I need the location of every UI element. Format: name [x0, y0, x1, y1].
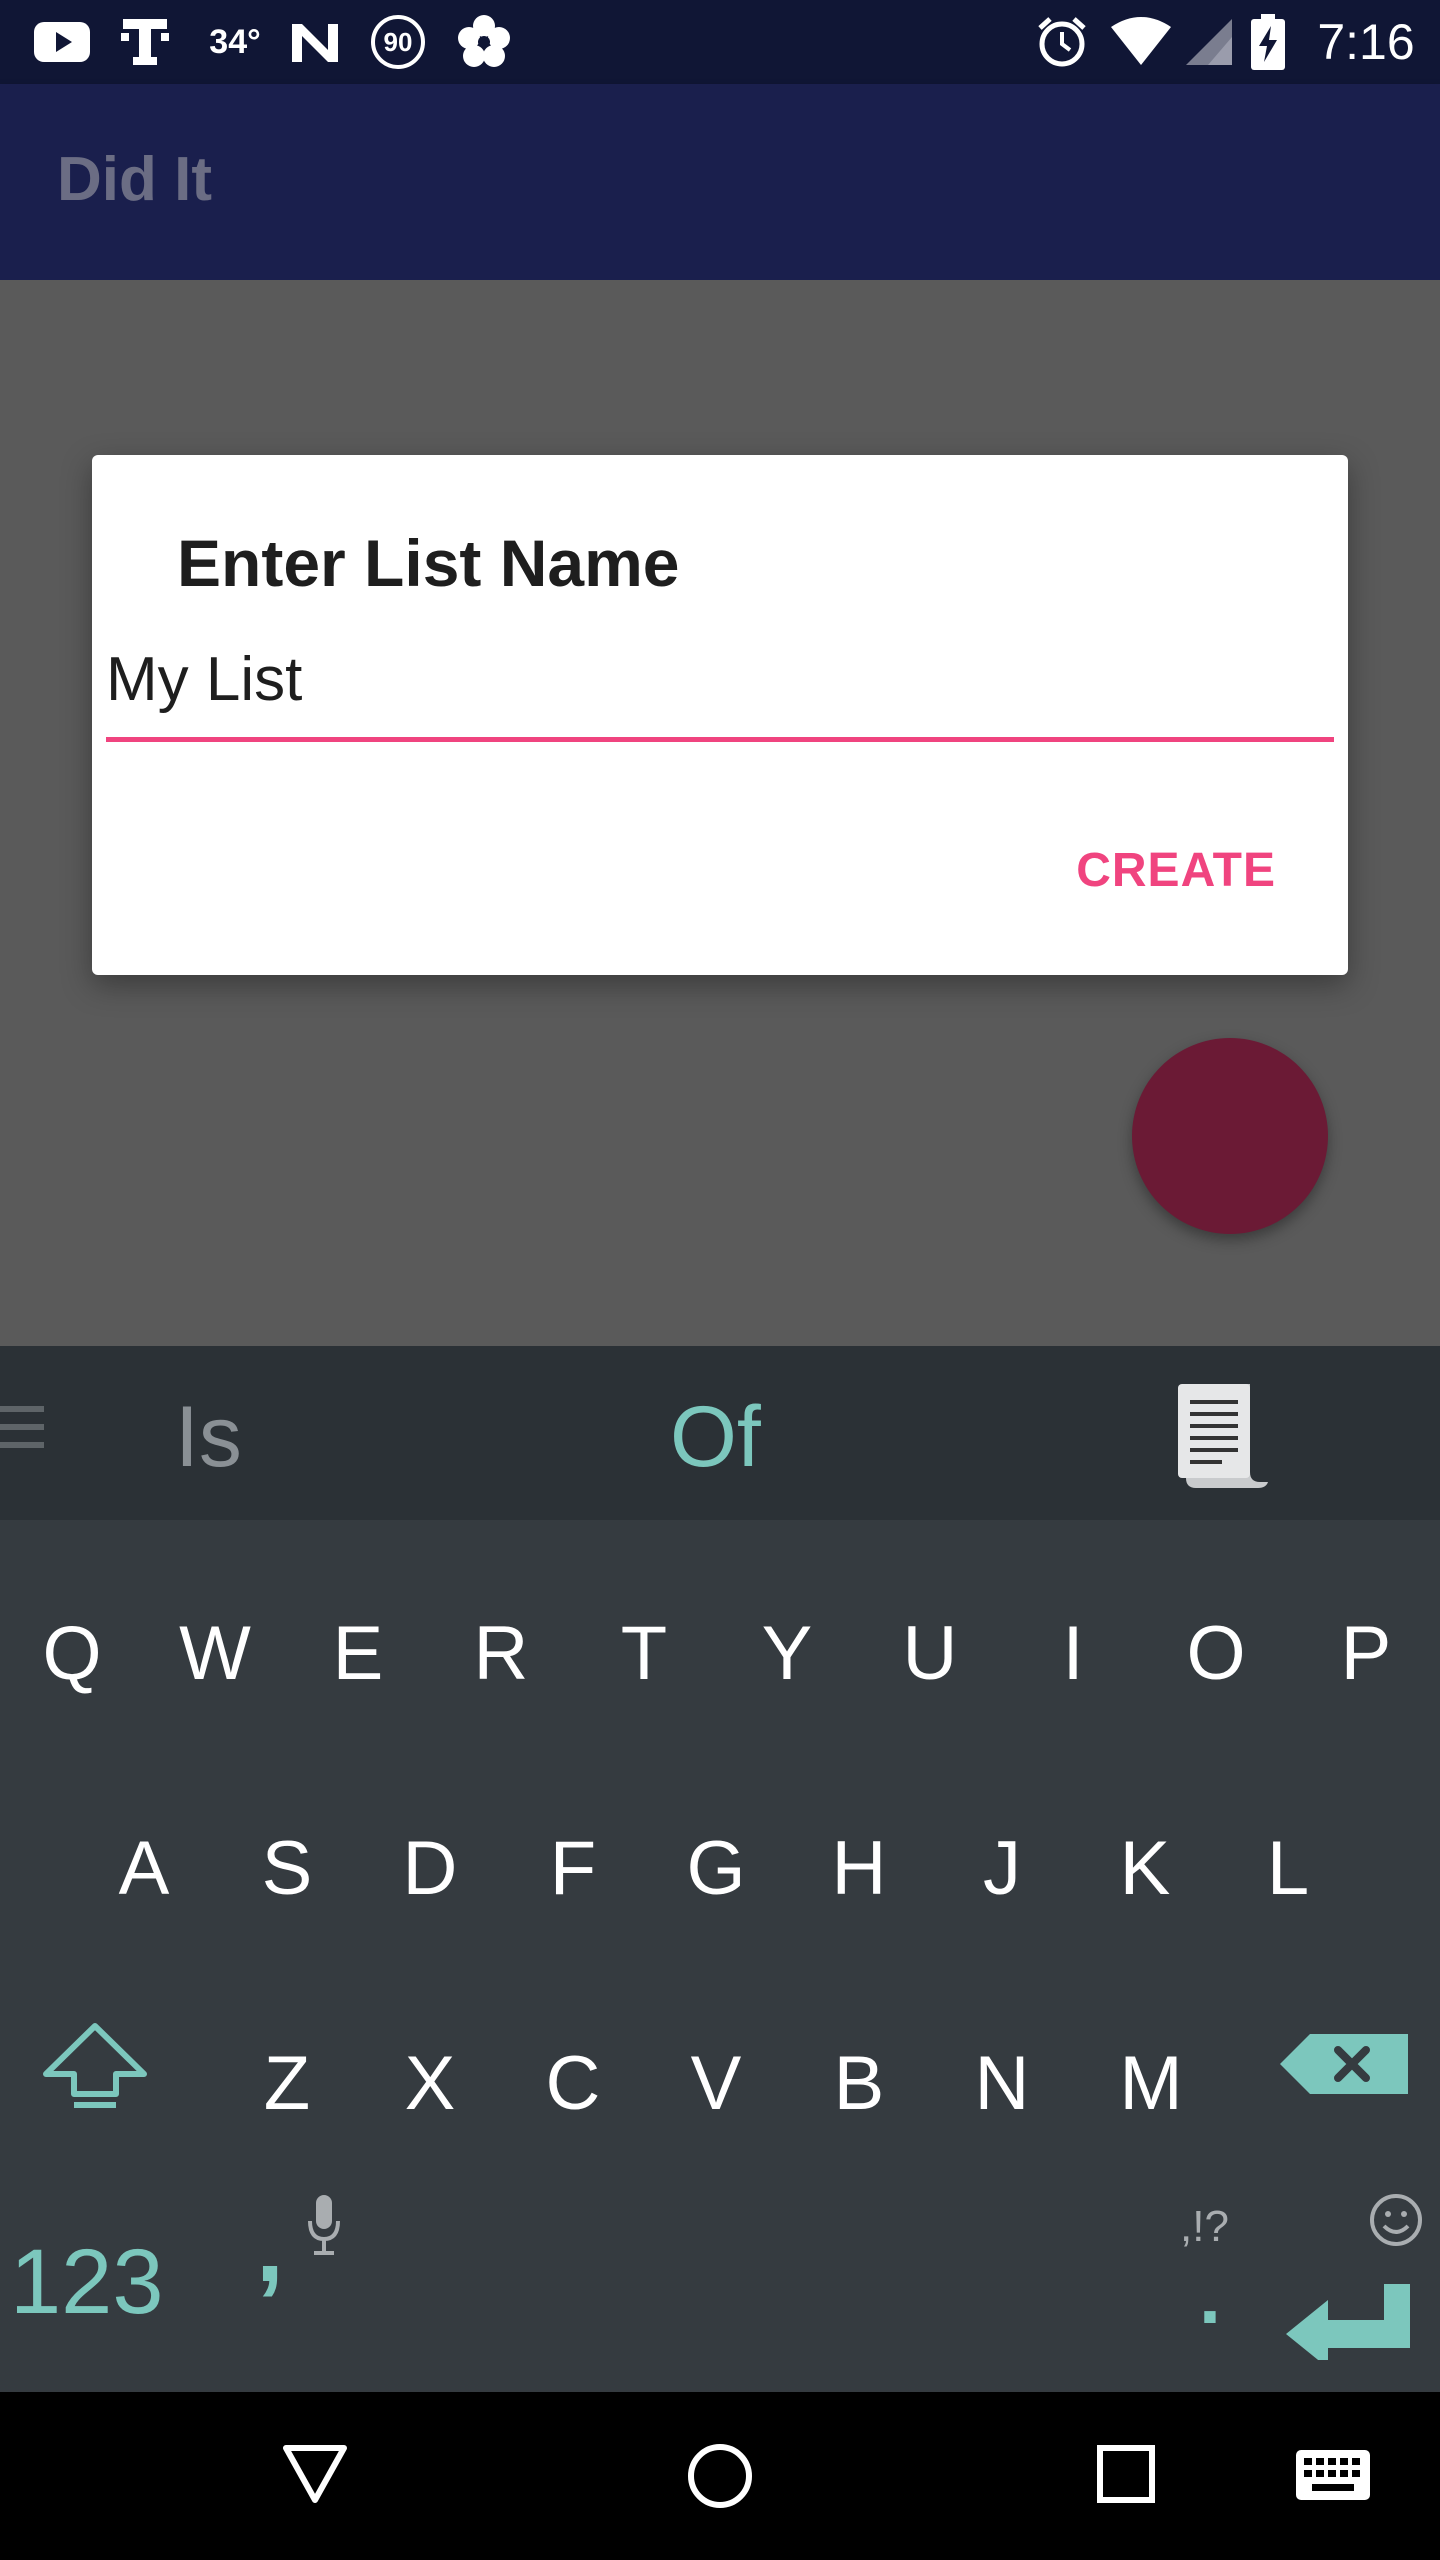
wifi-icon — [1108, 14, 1174, 70]
key-x[interactable]: X — [370, 2040, 490, 2127]
clock-time: 7:16 — [1317, 14, 1415, 70]
key-d[interactable]: D — [370, 1825, 490, 1912]
numbers-key[interactable]: 123 — [10, 2230, 164, 2335]
suggestion-word-2[interactable]: Of — [670, 1388, 761, 1487]
key-w[interactable]: W — [155, 1610, 275, 1697]
key-y[interactable]: Y — [727, 1610, 847, 1697]
home-icon[interactable] — [686, 2442, 754, 2515]
suggestion-strip: Is Of — [0, 1346, 1440, 1520]
key-e[interactable]: E — [298, 1610, 418, 1697]
emoji-icon[interactable] — [1368, 2192, 1424, 2253]
key-s[interactable]: S — [227, 1825, 347, 1912]
add-list-fab[interactable] — [1132, 1038, 1328, 1234]
key-c[interactable]: C — [513, 2040, 633, 2127]
enter-list-name-dialog: Enter List Name CREATE — [92, 455, 1348, 975]
create-button[interactable]: CREATE — [1076, 843, 1276, 898]
key-p[interactable]: P — [1306, 1610, 1426, 1697]
key-v[interactable]: V — [656, 2040, 776, 2127]
temperature-text: 34° — [209, 22, 261, 61]
soft-keyboard: Q W E R T Y U I O P A S D F G H J K L Z … — [0, 1520, 1440, 2392]
dialog-title: Enter List Name — [177, 526, 680, 600]
tmobile-icon — [115, 14, 175, 70]
status-bar: 34° 90 7:16 — [0, 0, 1440, 84]
space-bar[interactable] — [400, 2220, 1120, 2340]
navigation-bar — [0, 2392, 1440, 2560]
key-z[interactable]: Z — [227, 2040, 347, 2127]
menu-icon[interactable] — [0, 1406, 44, 1448]
recents-icon[interactable] — [1096, 2444, 1156, 2509]
key-k[interactable]: K — [1085, 1825, 1205, 1912]
alarm-icon — [1032, 14, 1092, 70]
list-name-input[interactable] — [106, 645, 1334, 713]
key-r[interactable]: R — [441, 1610, 561, 1697]
keyboard-switch-icon[interactable] — [1296, 2450, 1370, 2505]
weather-icon: 34° — [200, 14, 270, 70]
key-n[interactable]: N — [942, 2040, 1062, 2127]
key-l[interactable]: L — [1228, 1825, 1348, 1912]
battery-charging-icon — [1248, 14, 1288, 70]
speed-90-icon: 90 — [366, 14, 430, 70]
key-b[interactable]: B — [799, 2040, 919, 2127]
period-key[interactable]: . — [1150, 2210, 1270, 2340]
key-u[interactable]: U — [870, 1610, 990, 1697]
key-f[interactable]: F — [513, 1825, 633, 1912]
input-underline — [106, 737, 1334, 742]
flower-icon — [452, 14, 516, 70]
suggestion-word-1[interactable]: Is — [175, 1388, 242, 1487]
key-i[interactable]: I — [1013, 1610, 1133, 1697]
youtube-icon — [32, 14, 92, 70]
comma-key[interactable]: , — [256, 2190, 284, 2305]
key-a[interactable]: A — [84, 1825, 204, 1912]
key-h[interactable]: H — [799, 1825, 919, 1912]
key-g[interactable]: G — [656, 1825, 776, 1912]
n-icon — [285, 14, 345, 70]
clipboard-icon[interactable] — [1178, 1384, 1270, 1493]
backspace-icon[interactable] — [1280, 2032, 1410, 2101]
app-title: Did It — [57, 145, 212, 214]
key-o[interactable]: O — [1156, 1610, 1276, 1697]
speed-badge-text: 90 — [371, 15, 425, 69]
signal-icon — [1180, 14, 1236, 70]
microphone-icon — [306, 2195, 342, 2262]
comma-label: , — [256, 2191, 284, 2303]
enter-icon[interactable] — [1284, 2284, 1412, 2368]
key-q[interactable]: Q — [12, 1610, 132, 1697]
key-j[interactable]: J — [942, 1825, 1062, 1912]
back-icon[interactable] — [282, 2444, 348, 2509]
period-label: . — [1198, 2251, 1222, 2340]
app-bar: Did It — [0, 84, 1440, 280]
key-m[interactable]: M — [1091, 2040, 1211, 2127]
key-t[interactable]: T — [584, 1610, 704, 1697]
shift-icon[interactable] — [40, 2020, 150, 2115]
